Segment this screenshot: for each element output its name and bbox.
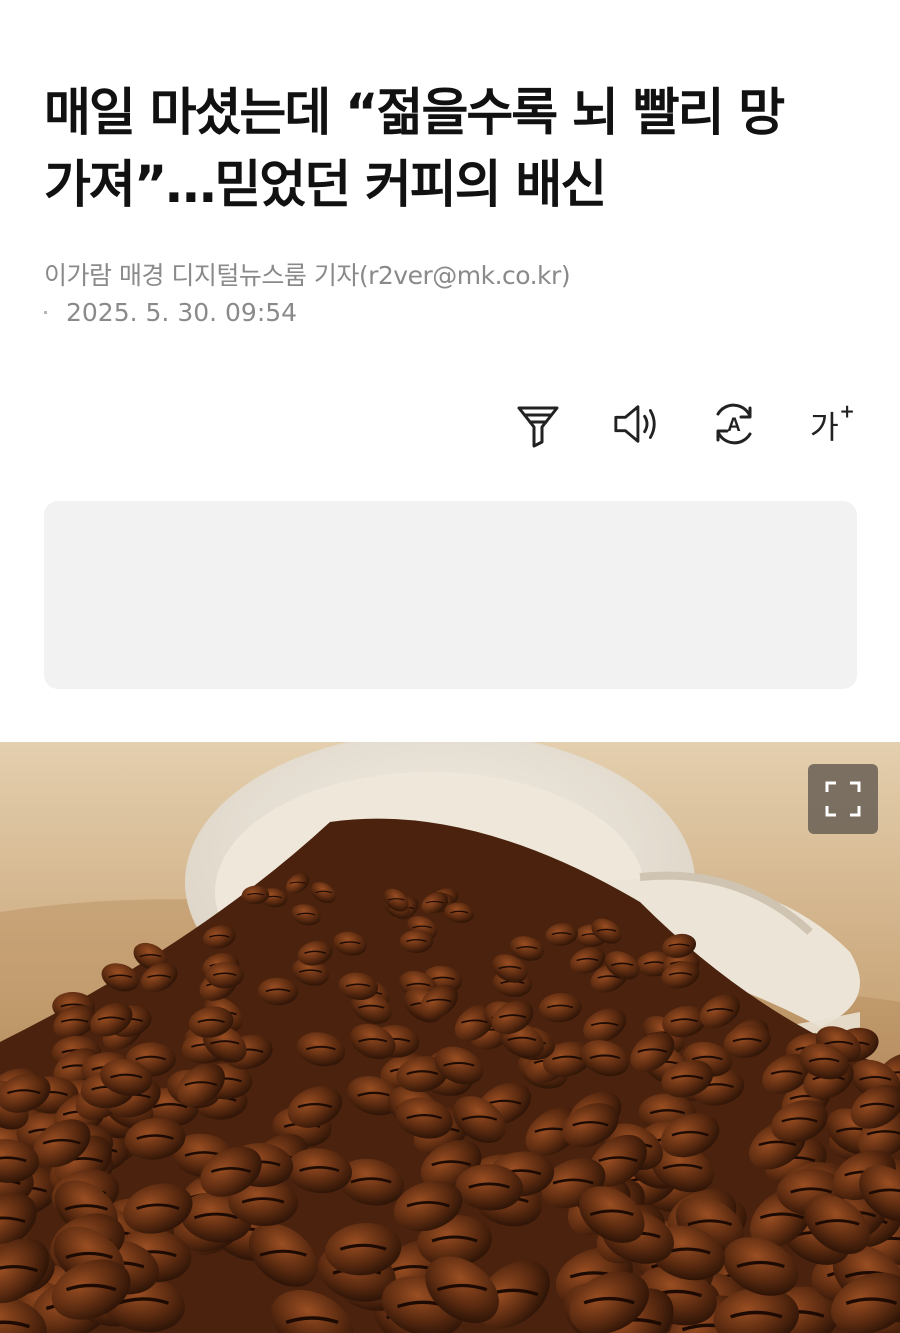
- byline[interactable]: 이가람 매경 디지털뉴스룸 기자(r2ver@mk.co.kr): [44, 256, 571, 292]
- translate-button[interactable]: A: [710, 398, 758, 450]
- headline-line-1: 매일 마셨는데 “젊을수록 뇌 빨리 망: [44, 84, 785, 143]
- bullet-dot: [44, 311, 47, 314]
- font-size-plus: +: [839, 402, 854, 423]
- listen-button[interactable]: [612, 398, 660, 450]
- expand-icon: [825, 781, 861, 817]
- article-photo[interactable]: [0, 742, 900, 1333]
- coffee-beans-image: [0, 742, 900, 1333]
- ad-placeholder: [44, 501, 857, 689]
- translate-glyph: A: [727, 415, 741, 436]
- article-toolbar: A 가 +: [514, 398, 856, 450]
- headline-line-2: 가져”…믿었던 커피의 배신: [44, 156, 607, 215]
- publish-date: 2025. 5. 30. 09:54: [44, 298, 297, 327]
- translate-icon: A: [716, 403, 752, 445]
- font-size-icon: 가 +: [810, 402, 855, 446]
- expand-image-button[interactable]: [808, 764, 878, 834]
- font-size-label: 가: [810, 410, 839, 446]
- speaker-icon: [614, 405, 656, 443]
- filter-icon: [517, 406, 559, 448]
- summary-filter-button[interactable]: [514, 398, 562, 450]
- article-headline: 매일 마셨는데 “젊을수록 뇌 빨리 망 가져”…믿었던 커피의 배신: [44, 78, 864, 222]
- font-size-button[interactable]: 가 +: [808, 398, 856, 450]
- date-text: 2025. 5. 30. 09:54: [66, 298, 298, 327]
